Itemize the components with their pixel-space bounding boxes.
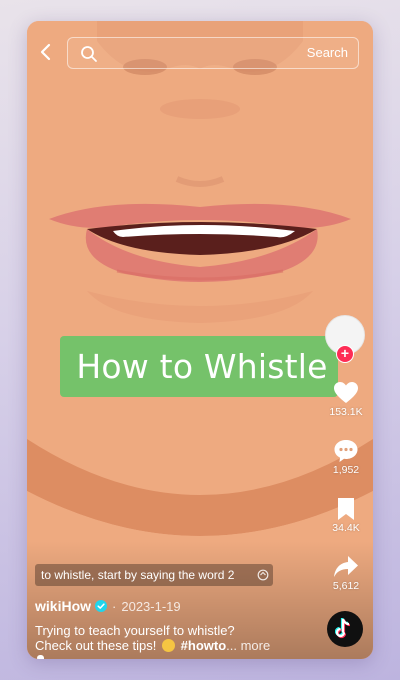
hashtag-link[interactable]: #howto	[181, 638, 227, 653]
author-name[interactable]: wikiHow	[35, 598, 91, 614]
translate-icon	[257, 569, 269, 581]
progress-indicator	[37, 655, 44, 659]
post-date: 2023-1-19	[121, 598, 181, 614]
video-player[interactable]: Search How to Whistle + 153.1K 1,952 34.…	[27, 21, 373, 659]
top-bar: Search	[27, 21, 373, 81]
caption-text: to whistle, start by saying the word 2	[41, 568, 235, 582]
video-description: Trying to teach yourself to whistle? Che…	[35, 623, 325, 653]
search-bar[interactable]: Search	[67, 37, 359, 69]
verified-icon	[95, 600, 108, 612]
follow-button[interactable]: +	[336, 345, 354, 363]
description-line-1: Trying to teach yourself to whistle?	[35, 623, 235, 638]
save-button[interactable]: 34.4K	[325, 497, 367, 534]
like-count: 153.1K	[329, 406, 363, 418]
caption-chip[interactable]: to whistle, start by saying the word 2	[35, 564, 273, 586]
search-input[interactable]	[106, 42, 276, 66]
back-button[interactable]	[35, 39, 57, 65]
comment-count: 1,952	[332, 464, 360, 476]
creator-avatar-wrap: +	[325, 315, 367, 363]
share-count: 5,612	[332, 580, 360, 592]
save-count: 34.4K	[332, 522, 360, 534]
heart-icon	[334, 382, 358, 403]
search-icon	[81, 46, 97, 62]
description-line-2: Check out these tips!	[35, 638, 157, 653]
video-title-overlay: How to Whistle	[60, 336, 338, 397]
share-button[interactable]: 5,612	[325, 555, 367, 592]
share-arrow-icon	[334, 556, 358, 577]
comment-icon	[334, 440, 358, 462]
comment-button[interactable]: 1,952	[325, 439, 367, 476]
author-row: wikiHow · 2023-1-19	[35, 597, 181, 615]
back-arrow-icon	[40, 43, 51, 61]
more-link[interactable]: ... more	[226, 638, 270, 653]
bookmark-icon	[338, 498, 354, 520]
tiktok-logo-icon[interactable]	[327, 611, 363, 647]
date-separator: ·	[112, 598, 117, 614]
tiktok-note-icon	[335, 618, 351, 639]
shushing-emoji-icon	[162, 639, 176, 652]
search-button[interactable]: Search	[307, 45, 348, 60]
like-button[interactable]: 153.1K	[325, 381, 367, 418]
